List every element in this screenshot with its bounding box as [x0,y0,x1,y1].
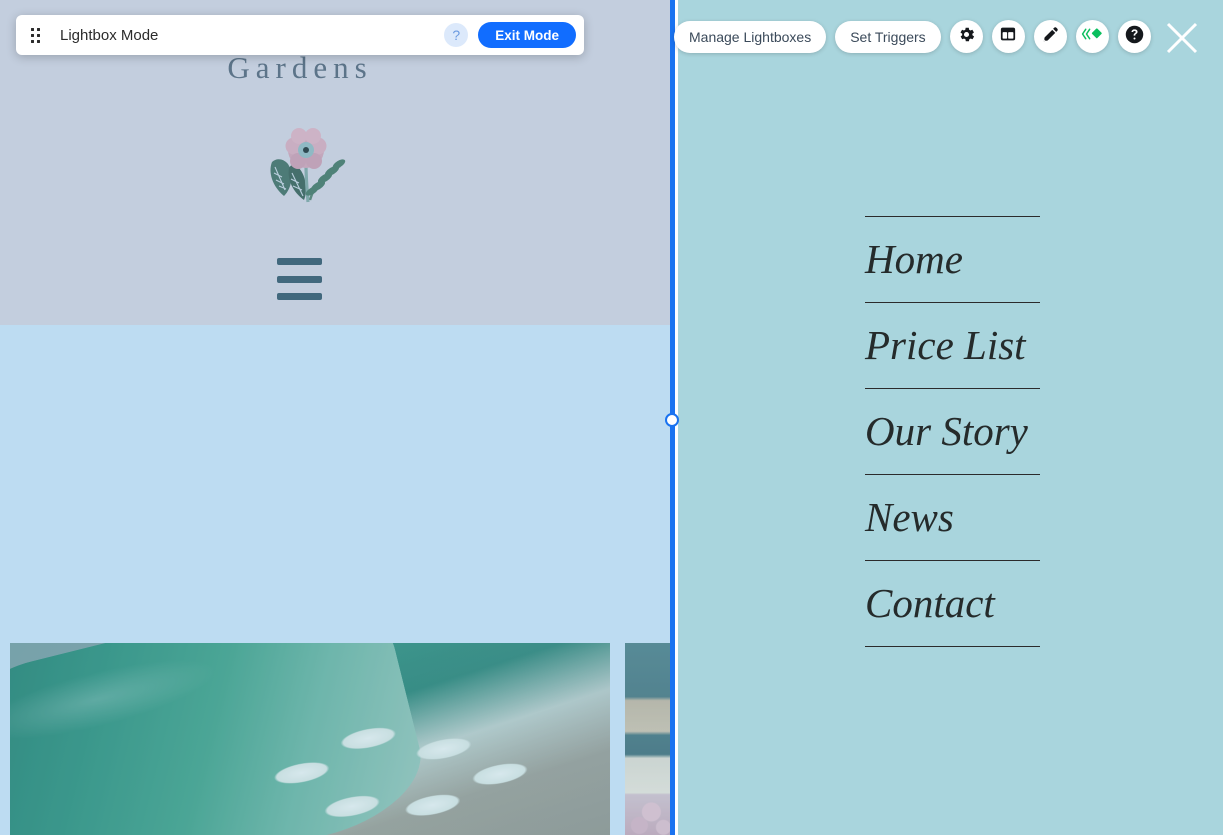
manage-lightboxes-button[interactable]: Manage Lightboxes [674,20,827,53]
resize-handle[interactable] [665,413,679,427]
hamburger-bar [277,293,322,300]
mode-help-icon[interactable]: ? [444,23,469,47]
lightbox-menu-item-our-story[interactable]: Our Story [865,388,1040,474]
editor-stage: Gardens Home Price List Our Story News C… [0,0,1223,835]
lightbox-mode-bar: Lightbox Mode ? Exit Mode [16,15,584,55]
hamburger-bar [277,275,322,283]
design-pen-button[interactable] [1033,20,1067,53]
animation-icon [1081,25,1103,48]
grip-dot [36,33,40,37]
close-icon[interactable] [1163,19,1201,57]
photo-tint-overlay [625,643,673,835]
menu-item-label: Home [865,236,963,282]
grip-dot [30,33,34,37]
design-pen-icon [1041,25,1060,49]
settings-gear-icon [957,25,976,49]
lightbox-editor-toolbar: Manage Lightboxes Set Triggers [674,20,1151,53]
set-triggers-button[interactable]: Set Triggers [835,20,941,53]
grip-dot [30,27,34,31]
hamburger-bar [277,258,322,265]
grip-dot [30,39,34,43]
layout-button[interactable] [991,20,1025,53]
grip-dot [36,27,40,31]
help-icon [1124,24,1145,50]
lightbox-menu-item-contact[interactable]: Contact [865,560,1040,647]
lightbox-mode-title: Lightbox Mode [60,26,159,44]
animation-button[interactable] [1075,20,1109,53]
lightbox-menu-item-price-list[interactable]: Price List [865,302,1040,388]
exit-mode-button[interactable]: Exit Mode [478,22,576,48]
drag-grip-icon[interactable] [16,15,54,55]
lightbox-menu-item-news[interactable]: News [865,474,1040,560]
set-triggers-label: Set Triggers [850,28,926,45]
site-title: Gardens [227,50,373,85]
site-preview: Gardens [0,0,673,835]
menu-item-label: News [865,494,954,540]
hamburger-menu-icon[interactable] [277,258,322,300]
flower-logo-icon [262,128,350,206]
help-button[interactable] [1117,20,1151,53]
lightbox-menu: Home Price List Our Story News Contact [865,216,1040,647]
menu-item-label: Our Story [865,408,1028,454]
floral-decor-photo[interactable] [625,643,673,835]
photo-tint-overlay [10,643,610,835]
settings-gear-button[interactable] [949,20,983,53]
menu-item-label: Contact [865,580,995,626]
grip-dot [36,39,40,43]
menu-item-label: Price List [865,322,1026,368]
lightbox-panel[interactable]: Home Price List Our Story News Contact [678,0,1223,835]
white-tulips-photo[interactable] [10,643,610,835]
layout-icon [999,25,1017,48]
manage-lightboxes-label: Manage Lightboxes [689,28,812,45]
lightbox-menu-item-home[interactable]: Home [865,216,1040,302]
